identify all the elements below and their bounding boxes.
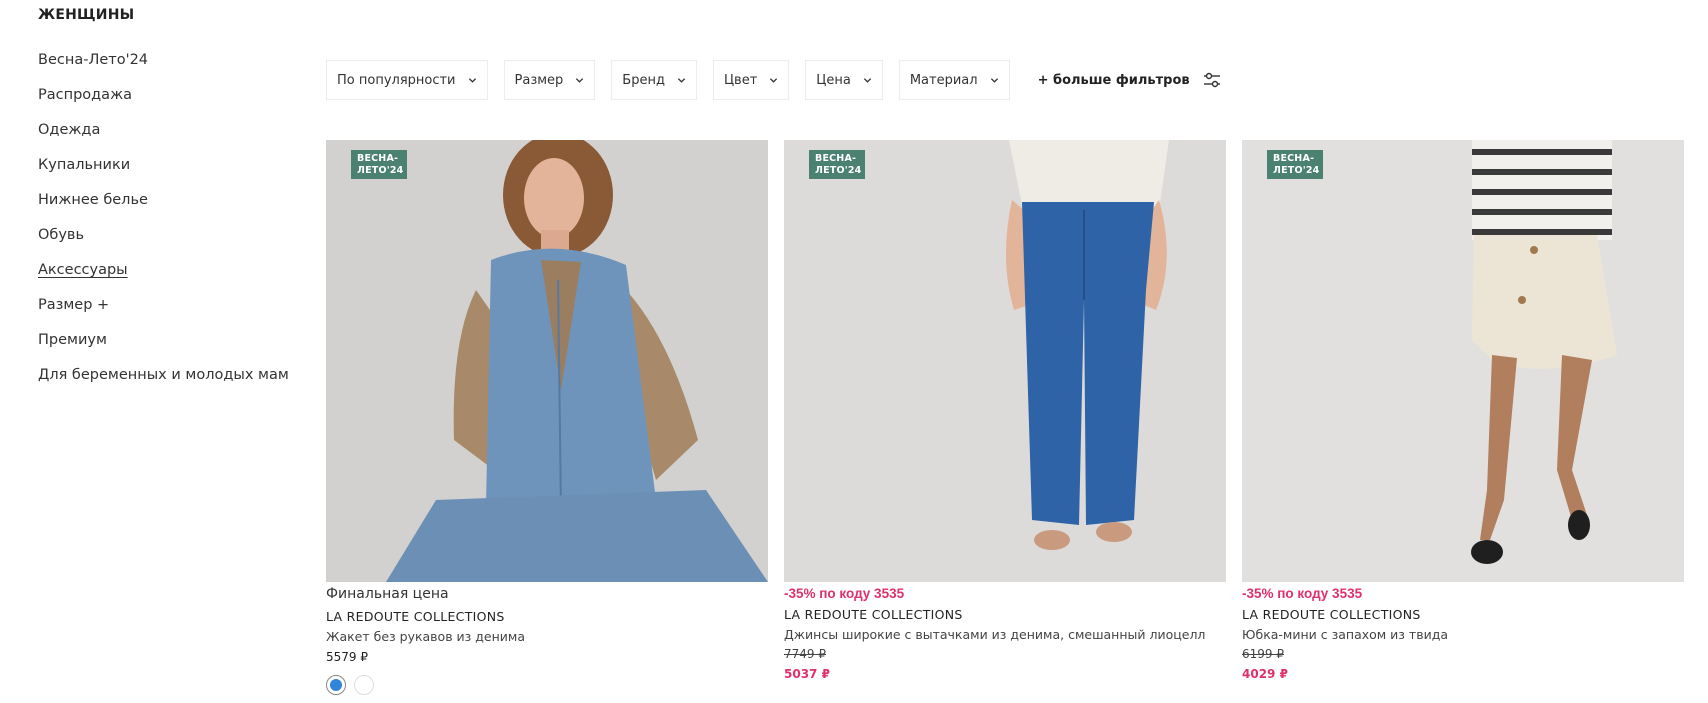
color-swatches <box>326 675 768 695</box>
color-filter-label: Цвет <box>723 72 758 88</box>
season-badge: ВЕСНА- ЛЕТО'24 <box>351 150 407 179</box>
final-price-label: Финальная цена <box>326 586 449 602</box>
color-swatch-blue[interactable] <box>326 675 346 695</box>
season-badge: ВЕСНА- ЛЕТО'24 <box>809 150 865 179</box>
chevron-down-icon <box>863 77 871 83</box>
price-filter-label: Цена <box>816 72 851 88</box>
promo-code-label: -35% по коду 3535 <box>1242 586 1363 601</box>
product-brand: LA REDOUTE COLLECTIONS <box>326 609 505 624</box>
sidebar-item-sale[interactable]: Распродажа <box>38 85 298 120</box>
chevron-down-icon <box>576 77 584 83</box>
product-old-price: 6199 ₽ <box>1242 647 1284 661</box>
brand-filter-label: Бренд <box>622 72 665 88</box>
chevron-down-icon <box>990 77 998 83</box>
product-name[interactable]: Жакет без рукавов из денима <box>326 629 768 647</box>
category-sidebar: ЖЕНЩИНЫ Весна-Лето'24 Распродажа Одежда … <box>38 6 298 400</box>
material-filter-label: Материал <box>909 72 978 88</box>
size-filter-dropdown[interactable]: Размер <box>503 60 596 100</box>
product-image-tweed-skirt[interactable]: ВЕСНА- ЛЕТО'24 <box>1242 140 1684 582</box>
more-filters-label: + больше фильтров <box>1037 72 1190 88</box>
product-name[interactable]: Юбка-мини с запахом из твида <box>1242 627 1684 645</box>
product-sale-price: 5037 ₽ <box>784 667 830 681</box>
material-filter-dropdown[interactable]: Материал <box>898 60 1010 100</box>
product-old-price: 7749 ₽ <box>784 647 826 661</box>
product-brand: LA REDOUTE COLLECTIONS <box>784 607 963 622</box>
product-sale-price: 4029 ₽ <box>1242 667 1288 681</box>
price-filter-dropdown[interactable]: Цена <box>805 60 883 100</box>
sidebar-item-lingerie[interactable]: Нижнее белье <box>38 190 298 225</box>
sort-dropdown[interactable]: По популярности <box>326 60 488 100</box>
size-filter-label: Размер <box>514 72 564 88</box>
sidebar-item-plus-size[interactable]: Размер + <box>38 295 298 330</box>
product-photo <box>1242 140 1684 582</box>
sort-dropdown-label: По популярности <box>337 72 456 88</box>
sidebar-list: Весна-Лето'24 Распродажа Одежда Купальни… <box>38 50 298 400</box>
product-card[interactable]: ВЕСНА- ЛЕТО'24 -35% по коду 3535 LA REDO… <box>784 140 1226 685</box>
product-name[interactable]: Джинсы широкие с вытачками из денима, см… <box>784 627 1226 645</box>
product-image-wide-jeans[interactable]: ВЕСНА- ЛЕТО'24 <box>784 140 1226 582</box>
sidebar-item-premium[interactable]: Премиум <box>38 330 298 365</box>
product-price: 5579 ₽ <box>326 650 368 664</box>
more-filters-button[interactable]: + больше фильтров <box>1038 71 1222 89</box>
sidebar-item-clothing[interactable]: Одежда <box>38 120 298 155</box>
product-image-denim-vest[interactable]: ВЕСНА- ЛЕТО'24 <box>326 140 768 582</box>
chevron-down-icon <box>677 77 686 83</box>
sidebar-item-maternity[interactable]: Для беременных и молодых мам <box>38 365 298 400</box>
product-card[interactable]: ВЕСНА- ЛЕТО'24 Финальная цена LA REDOUTE… <box>326 140 768 695</box>
season-badge: ВЕСНА- ЛЕТО'24 <box>1267 150 1323 179</box>
chevron-down-icon <box>770 77 778 83</box>
chevron-down-icon <box>468 77 476 83</box>
brand-filter-dropdown[interactable]: Бренд <box>611 60 697 100</box>
sliders-icon <box>1203 72 1220 88</box>
sidebar-item-shoes[interactable]: Обувь <box>38 225 298 260</box>
product-photo <box>784 140 1226 582</box>
color-filter-dropdown[interactable]: Цвет <box>712 60 790 100</box>
sidebar-item-spring-summer[interactable]: Весна-Лето'24 <box>38 50 298 85</box>
product-brand: LA REDOUTE COLLECTIONS <box>1242 607 1421 622</box>
promo-code-label: -35% по коду 3535 <box>784 586 905 601</box>
sidebar-title: ЖЕНЩИНЫ <box>38 7 135 23</box>
sidebar-item-swimwear[interactable]: Купальники <box>38 155 298 190</box>
color-swatch-white[interactable] <box>354 675 374 695</box>
sidebar-item-accessories[interactable]: Аксессуары <box>38 260 298 295</box>
filter-bar: По популярности Размер Бренд Цвет Цена М… <box>326 60 1222 100</box>
product-photo <box>326 140 768 582</box>
product-card[interactable]: ВЕСНА- ЛЕТО'24 -35% по коду 3535 LA REDO… <box>1242 140 1684 685</box>
